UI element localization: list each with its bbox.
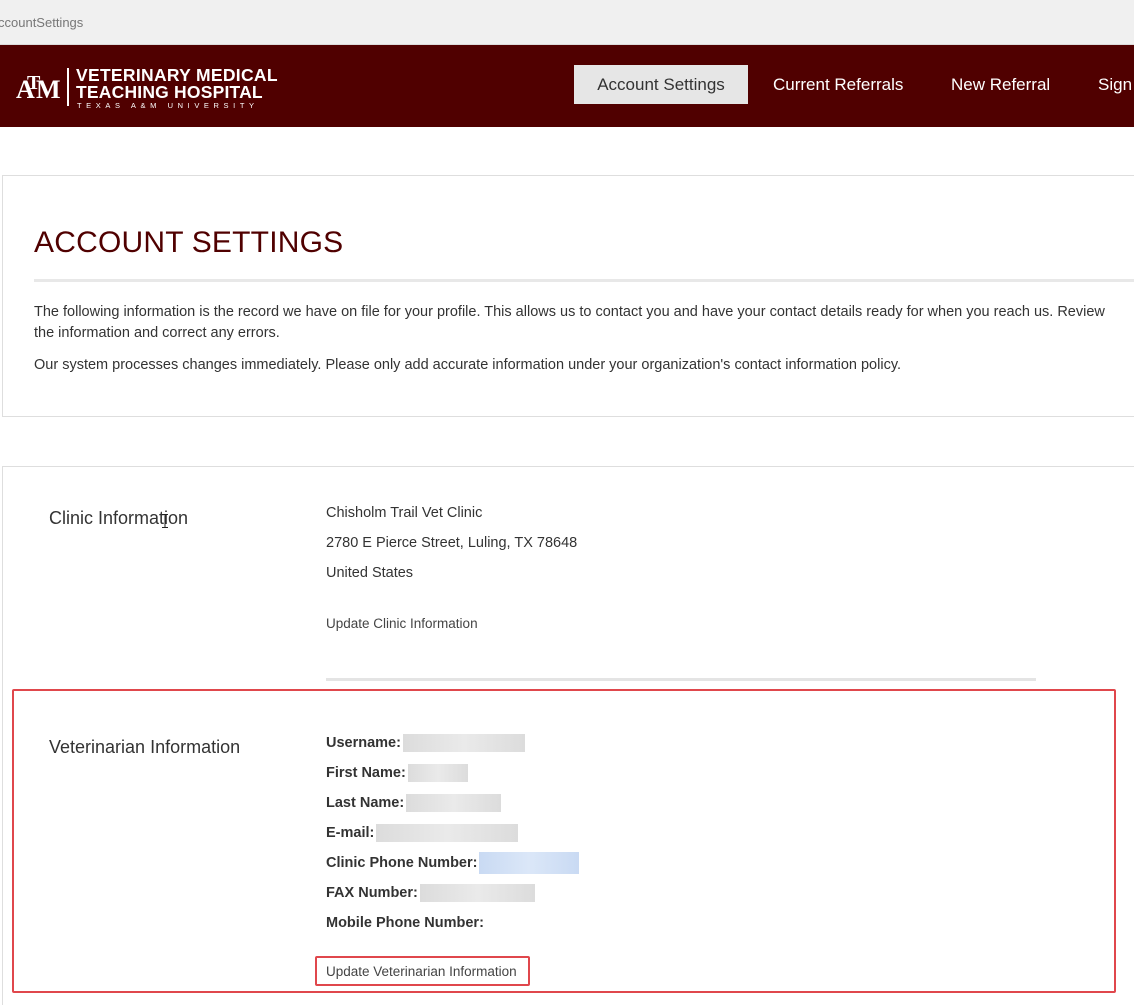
clinic-name: Chisholm Trail Vet Clinic <box>326 505 483 521</box>
page-title: ACCOUNT SETTINGS <box>34 226 344 259</box>
first-name-label: First Name: <box>326 765 406 781</box>
last-name-label: Last Name: <box>326 795 405 811</box>
nav-current-referrals[interactable]: Current Referrals <box>773 65 903 104</box>
redacted-value <box>402 734 525 752</box>
title-divider <box>34 279 1134 282</box>
fax-field: FAX Number: <box>326 883 535 903</box>
text-cursor-icon <box>162 514 168 532</box>
logo-separator <box>67 68 69 106</box>
clinic-country: United States <box>326 565 414 581</box>
account-settings-panel: ACCOUNT SETTINGS The following informati… <box>2 175 1134 417</box>
redacted-value <box>406 794 502 812</box>
clinic-address: 2780 E Pierce Street, Luling, TX 78648 <box>326 535 578 551</box>
nav-sign[interactable]: Sign <box>1098 65 1132 104</box>
svg-text:M: M <box>36 75 60 104</box>
redacted-value <box>479 852 580 874</box>
clinic-phone-label: Clinic Phone Number: <box>326 855 478 871</box>
last-name-field: Last Name: <box>326 793 502 813</box>
atm-logo-icon: A T M <box>16 69 63 105</box>
email-field: E-mail: <box>326 823 519 843</box>
profile-info-panel: Clinic Information Chisholm Trail Vet Cl… <box>2 466 1134 1005</box>
policy-paragraph: Our system processes changes immediately… <box>34 357 902 373</box>
nav-new-referral[interactable]: New Referral <box>951 65 1050 104</box>
redacted-value <box>419 884 535 902</box>
first-name-field: First Name: <box>326 763 468 783</box>
fax-label: FAX Number: <box>326 885 418 901</box>
username-field: Username: <box>326 733 525 753</box>
clinic-phone-field: Clinic Phone Number: <box>326 852 580 874</box>
mobile-phone-field: Mobile Phone Number: <box>326 913 484 933</box>
section-divider <box>326 678 1036 681</box>
logo-text-line2: TEACHING HOSPITAL <box>76 82 263 102</box>
logo-text-line3: TEXAS A&M UNIVERSITY <box>77 101 259 110</box>
redacted-value <box>376 824 519 842</box>
intro-paragraph: The following information is the record … <box>34 304 1105 341</box>
vet-info-label: Veterinarian Information <box>49 737 241 757</box>
nav-account-settings[interactable]: Account Settings <box>574 65 748 104</box>
mobile-phone-label: Mobile Phone Number: <box>326 915 484 931</box>
top-navbar: A T M VETERINARY MEDICAL TEACHING HOSPIT… <box>0 45 1134 127</box>
browser-address-bar[interactable]: ccountSettings <box>0 0 1134 45</box>
address-text: ccountSettings <box>0 15 84 30</box>
site-logo[interactable]: A T M VETERINARY MEDICAL TEACHING HOSPIT… <box>16 66 306 110</box>
update-clinic-info-link[interactable]: Update Clinic Information <box>326 616 478 631</box>
redacted-value <box>407 764 468 782</box>
email-label: E-mail: <box>326 825 375 841</box>
username-label: Username: <box>326 735 401 751</box>
update-vet-info-link[interactable]: Update Veterinarian Information <box>326 964 517 979</box>
